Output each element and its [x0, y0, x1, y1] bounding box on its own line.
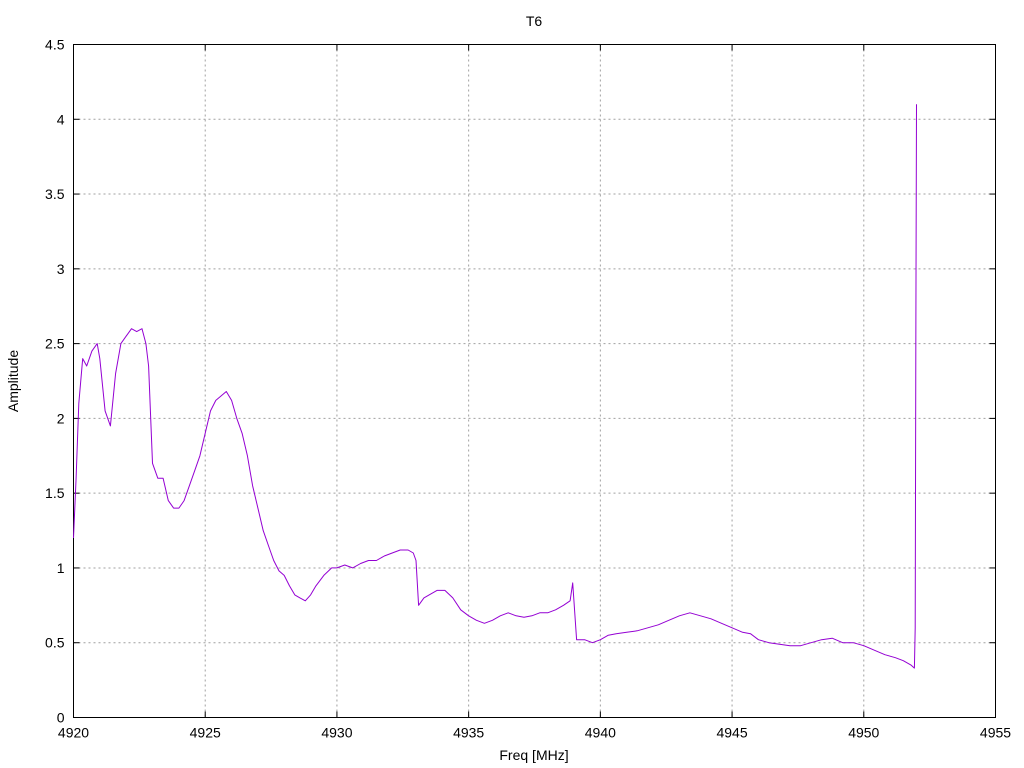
x-tick-label: 4950 [848, 725, 879, 741]
y-tick-label: 1.5 [45, 485, 65, 501]
x-tick-label: 4945 [716, 725, 747, 741]
y-tick-label: 0.5 [45, 635, 65, 651]
chart: 4920 4925 4930 4935 4940 4945 4950 4955 0 0.5 1 1.5… [5, 13, 1011, 763]
ticks: 4920 4925 4930 4935 4940 4945 4950 4955 0 0.5 1 1.5… [45, 37, 1011, 741]
y-tick-label: 0 [57, 710, 65, 726]
x-tick-label: 4930 [321, 725, 352, 741]
x-tick-label: 4955 [980, 725, 1011, 741]
y-tick-label: 1 [57, 560, 65, 576]
x-tick-label: 4925 [190, 725, 221, 741]
chart-title: T6 [526, 13, 543, 29]
y-tick-label: 4 [57, 111, 65, 127]
y-tick-label: 3.5 [45, 186, 65, 202]
x-tick-label: 4935 [453, 725, 484, 741]
plot-frame [73, 44, 996, 718]
series-line [73, 104, 917, 669]
y-tick-label: 4.5 [45, 37, 65, 53]
x-tick-label: 4940 [585, 725, 616, 741]
x-tick-label: 4920 [58, 725, 89, 741]
y-tick-label: 2.5 [45, 336, 65, 352]
y-tick-label: 2 [57, 410, 65, 426]
x-axis-label: Freq [MHz] [499, 747, 568, 763]
y-tick-label: 3 [57, 261, 65, 277]
y-axis-label: Amplitude [5, 350, 21, 412]
series-layer [73, 104, 917, 669]
grid [73, 44, 996, 718]
